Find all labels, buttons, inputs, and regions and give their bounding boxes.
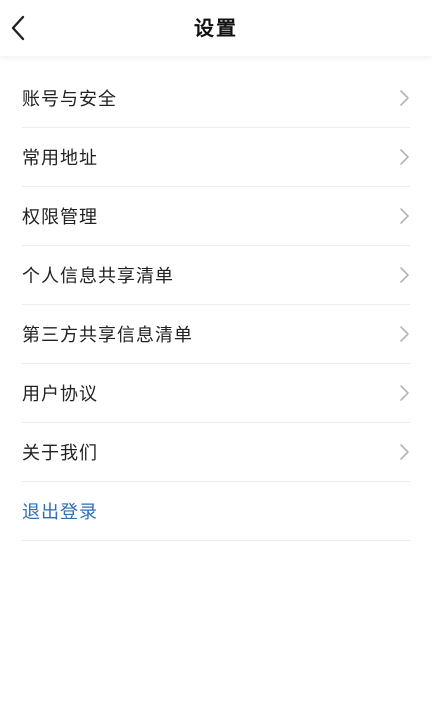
logout-label: 退出登录 <box>22 502 98 523</box>
menu-item-label: 第三方共享信息清单 <box>22 325 193 346</box>
menu-item-label: 常用地址 <box>22 148 98 169</box>
settings-list: 账号与安全 常用地址 权限管理 个人信息共享清单 第三方共享信息清单 用户协议 <box>0 69 432 541</box>
chevron-right-icon <box>400 267 409 283</box>
chevron-right-icon <box>400 326 409 342</box>
chevron-right-icon <box>400 149 409 165</box>
menu-item-account-security[interactable]: 账号与安全 <box>22 69 410 128</box>
chevron-right-icon <box>400 208 409 224</box>
menu-item-label: 权限管理 <box>22 207 98 228</box>
menu-item-label: 用户协议 <box>22 384 98 405</box>
menu-item-about-us[interactable]: 关于我们 <box>22 423 410 482</box>
menu-item-label: 账号与安全 <box>22 89 117 110</box>
menu-item-label: 关于我们 <box>22 443 98 464</box>
chevron-right-icon <box>400 444 409 460</box>
menu-item-user-agreement[interactable]: 用户协议 <box>22 364 410 423</box>
chevron-right-icon <box>400 385 409 401</box>
menu-item-label: 个人信息共享清单 <box>22 266 174 287</box>
menu-item-permissions[interactable]: 权限管理 <box>22 187 410 246</box>
top-bar: 设置 <box>0 0 432 56</box>
logout-button[interactable]: 退出登录 <box>22 482 410 541</box>
menu-item-addresses[interactable]: 常用地址 <box>22 128 410 187</box>
page-title: 设置 <box>194 16 238 40</box>
menu-item-personal-info-sharing[interactable]: 个人信息共享清单 <box>22 246 410 305</box>
menu-item-third-party-sharing[interactable]: 第三方共享信息清单 <box>22 305 410 364</box>
chevron-right-icon <box>400 90 409 106</box>
